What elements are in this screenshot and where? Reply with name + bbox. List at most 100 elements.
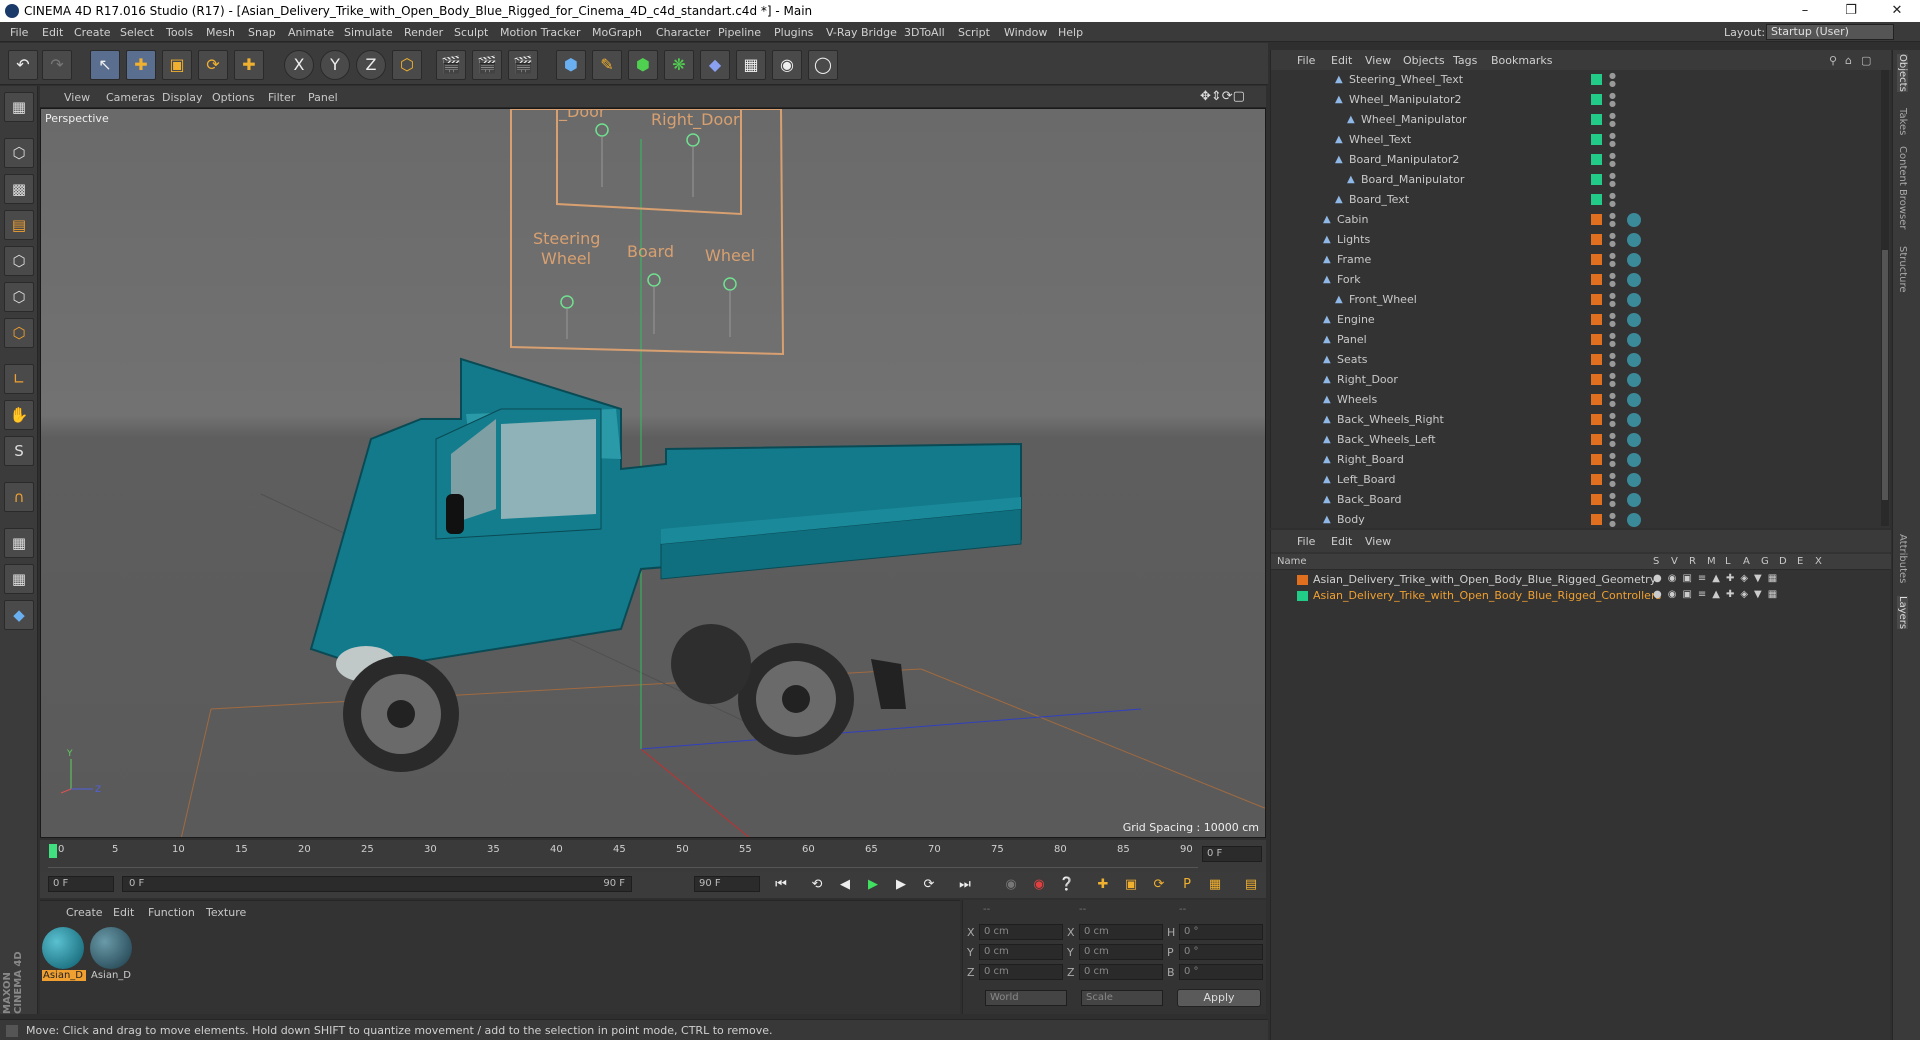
axis-mode-icon[interactable]: ∟: [4, 364, 34, 394]
object-row[interactable]: ▲ Lights ● ●: [1271, 230, 1891, 250]
menu-edit[interactable]: Edit: [42, 26, 63, 39]
key-parameter-icon[interactable]: P: [1176, 874, 1198, 896]
layer-menu-file[interactable]: File: [1297, 535, 1315, 548]
visibility-dots-icon[interactable]: ● ●: [1609, 252, 1616, 268]
object-row[interactable]: ▲ Body ● ●: [1271, 510, 1891, 530]
cube-icon[interactable]: ⬢: [556, 50, 586, 80]
recent-tool-icon[interactable]: ✚: [234, 50, 264, 80]
undo-icon[interactable]: ↶: [8, 50, 38, 80]
visibility-dots-icon[interactable]: ● ●: [1609, 432, 1616, 448]
viewport-menu-panel[interactable]: Panel: [308, 91, 338, 104]
next-key-icon[interactable]: ⟳: [918, 874, 940, 896]
menu-help[interactable]: Help: [1058, 26, 1083, 39]
object-row[interactable]: ▲ Back_Wheels_Right ● ●: [1271, 410, 1891, 430]
previous-frame-icon[interactable]: ◀: [834, 874, 856, 896]
rotation-h-field[interactable]: 0 °: [1179, 924, 1263, 940]
material-tag-icon[interactable]: [1627, 373, 1641, 387]
menu-3dtoall[interactable]: 3DToAll: [904, 26, 945, 39]
layer-color-swatch[interactable]: [1591, 514, 1602, 525]
object-row[interactable]: ▲ Back_Wheels_Left ● ●: [1271, 430, 1891, 450]
material-tag-icon[interactable]: [1627, 293, 1641, 307]
material-tag-icon[interactable]: [1627, 313, 1641, 327]
visibility-dots-icon[interactable]: ● ●: [1609, 392, 1616, 408]
visibility-dots-icon[interactable]: ● ●: [1609, 232, 1616, 248]
layer-menu-view[interactable]: View: [1365, 535, 1391, 548]
maximize-button[interactable]: ❐: [1828, 0, 1874, 22]
timeline-window-icon[interactable]: ▤: [1240, 874, 1262, 896]
python-icon[interactable]: ◆: [4, 600, 34, 630]
size-mode-select[interactable]: Scale: [1081, 990, 1163, 1006]
layer-flags[interactable]: ●◉▣≡▲✚◈▼▦: [1653, 573, 1783, 584]
layer-row[interactable]: Asian_Delivery_Trike_with_Open_Body_Blue…: [1271, 572, 1891, 588]
material-tag-icon[interactable]: [1627, 333, 1641, 347]
tag-slot[interactable]: [1627, 173, 1641, 187]
material-menu-create[interactable]: Create: [66, 906, 103, 919]
menu-mograph[interactable]: MoGraph: [592, 26, 642, 39]
menu-select[interactable]: Select: [120, 26, 154, 39]
visibility-dots-icon[interactable]: ● ●: [1609, 92, 1616, 108]
move-icon[interactable]: ✚: [126, 50, 156, 80]
layer-color-swatch[interactable]: [1591, 174, 1602, 185]
menu-pipeline[interactable]: Pipeline: [718, 26, 761, 39]
layer-color-swatch[interactable]: [1591, 234, 1602, 245]
visibility-dots-icon[interactable]: ● ●: [1609, 112, 1616, 128]
material-swatch[interactable]: Asian_D: [42, 927, 86, 985]
object-menu-bookmarks[interactable]: Bookmarks: [1491, 54, 1552, 67]
visibility-dots-icon[interactable]: ● ●: [1609, 312, 1616, 328]
make-editable-icon[interactable]: ▦: [4, 92, 34, 122]
layer-color-swatch[interactable]: [1591, 254, 1602, 265]
render-settings-icon[interactable]: 🎬: [508, 50, 538, 80]
material-swatch[interactable]: Asian_D: [90, 927, 134, 985]
menu-vray-bridge[interactable]: V-Ray Bridge: [826, 26, 897, 39]
key-scale-icon[interactable]: ▣: [1120, 874, 1142, 896]
tab-structure[interactable]: Structure: [1897, 246, 1908, 293]
viewport-menu-display[interactable]: Display: [162, 91, 203, 104]
object-row[interactable]: ▲ Wheels ● ●: [1271, 390, 1891, 410]
layer-color-swatch[interactable]: [1591, 274, 1602, 285]
floor-icon[interactable]: ▦: [736, 50, 766, 80]
rotation-p-field[interactable]: 0 °: [1179, 944, 1263, 960]
coordinate-system-icon[interactable]: ⬡: [392, 50, 422, 80]
menu-snap[interactable]: Snap: [248, 26, 276, 39]
position-x-field[interactable]: 0 cm: [979, 924, 1063, 940]
home-icon[interactable]: ⌂: [1845, 54, 1852, 67]
visibility-dots-icon[interactable]: ● ●: [1609, 512, 1616, 528]
material-tag-icon[interactable]: [1627, 233, 1641, 247]
object-row[interactable]: ▲ Front_Wheel ● ●: [1271, 290, 1891, 310]
layer-color-swatch[interactable]: [1591, 134, 1602, 145]
workplane-icon[interactable]: ▤: [4, 210, 34, 240]
object-menu-objects[interactable]: Objects: [1403, 54, 1445, 67]
material-menu-edit[interactable]: Edit: [113, 906, 134, 919]
tweak-mode-icon[interactable]: ✋: [4, 400, 34, 430]
menu-window[interactable]: Window: [1004, 26, 1047, 39]
object-row[interactable]: ▲ Frame ● ●: [1271, 250, 1891, 270]
object-row[interactable]: ▲ Wheel_Manipulator2 ● ●: [1271, 90, 1891, 110]
key-pla-icon[interactable]: ▦: [1204, 874, 1226, 896]
play-icon[interactable]: ▶: [862, 874, 884, 896]
object-row[interactable]: ▲ Board_Manipulator2 ● ●: [1271, 150, 1891, 170]
material-tag-icon[interactable]: [1627, 473, 1641, 487]
start-frame-field[interactable]: 0 F: [48, 876, 114, 892]
position-z-field[interactable]: 0 cm: [979, 964, 1063, 980]
menu-script[interactable]: Script: [958, 26, 990, 39]
object-row[interactable]: ▲ Back_Board ● ●: [1271, 490, 1891, 510]
edges-mode-icon[interactable]: ⬡: [4, 282, 34, 312]
deformer-icon[interactable]: ◆: [700, 50, 730, 80]
visibility-dots-icon[interactable]: ● ●: [1609, 152, 1616, 168]
menu-plugins[interactable]: Plugins: [774, 26, 813, 39]
object-scrollbar[interactable]: [1881, 70, 1889, 526]
menu-mesh[interactable]: Mesh: [206, 26, 235, 39]
layer-color-swatch[interactable]: [1297, 575, 1308, 585]
object-row[interactable]: ▲ Panel ● ●: [1271, 330, 1891, 350]
object-row[interactable]: ▲ Left_Board ● ●: [1271, 470, 1891, 490]
object-menu-file[interactable]: File: [1297, 54, 1315, 67]
object-menu-edit[interactable]: Edit: [1331, 54, 1352, 67]
tag-slot[interactable]: [1627, 73, 1641, 87]
size-y-field[interactable]: 0 cm: [1079, 944, 1163, 960]
layer-color-swatch[interactable]: [1591, 434, 1602, 445]
menu-file[interactable]: File: [10, 26, 28, 39]
layer-color-swatch[interactable]: [1297, 591, 1308, 601]
size-z-field[interactable]: 0 cm: [1079, 964, 1163, 980]
layout-select[interactable]: Startup (User): [1766, 24, 1894, 40]
tab-attributes[interactable]: Attributes: [1897, 534, 1908, 583]
